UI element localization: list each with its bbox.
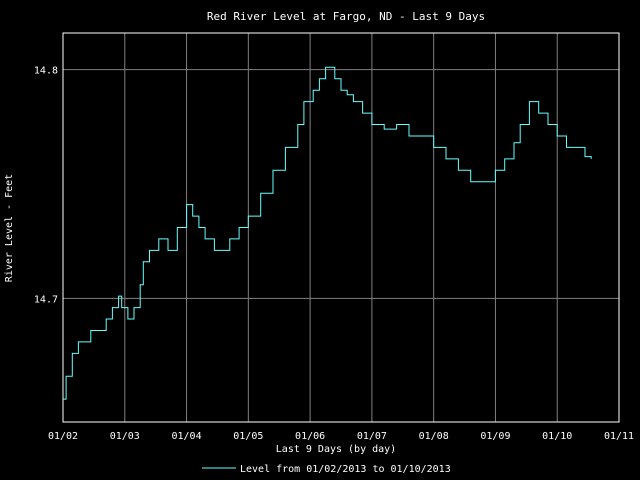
x-tick-label: 01/09 (480, 431, 510, 442)
x-axis-label: Last 9 Days (by day) (276, 444, 396, 455)
y-axis-label: River Level - Feet (4, 174, 15, 282)
x-tick-label: 01/07 (357, 431, 387, 442)
y-tick-label: 14.8 (34, 66, 58, 77)
x-tick-label: 01/06 (295, 431, 325, 442)
chart-title: Red River Level at Fargo, ND - Last 9 Da… (207, 10, 485, 23)
x-tick-label: 01/08 (419, 431, 449, 442)
x-tick-label: 01/03 (110, 431, 140, 442)
x-tick-label: 01/11 (604, 431, 634, 442)
x-tick-label: 01/05 (233, 431, 263, 442)
chart-background (0, 0, 640, 480)
river-level-chart: Red River Level at Fargo, ND - Last 9 Da… (0, 0, 640, 480)
legend-label: Level from 01/02/2013 to 01/10/2013 (240, 464, 451, 475)
x-tick-label: 01/04 (172, 431, 202, 442)
x-tick-label: 01/02 (48, 431, 78, 442)
x-tick-label: 01/10 (542, 431, 572, 442)
y-tick-label: 14.7 (34, 294, 58, 305)
